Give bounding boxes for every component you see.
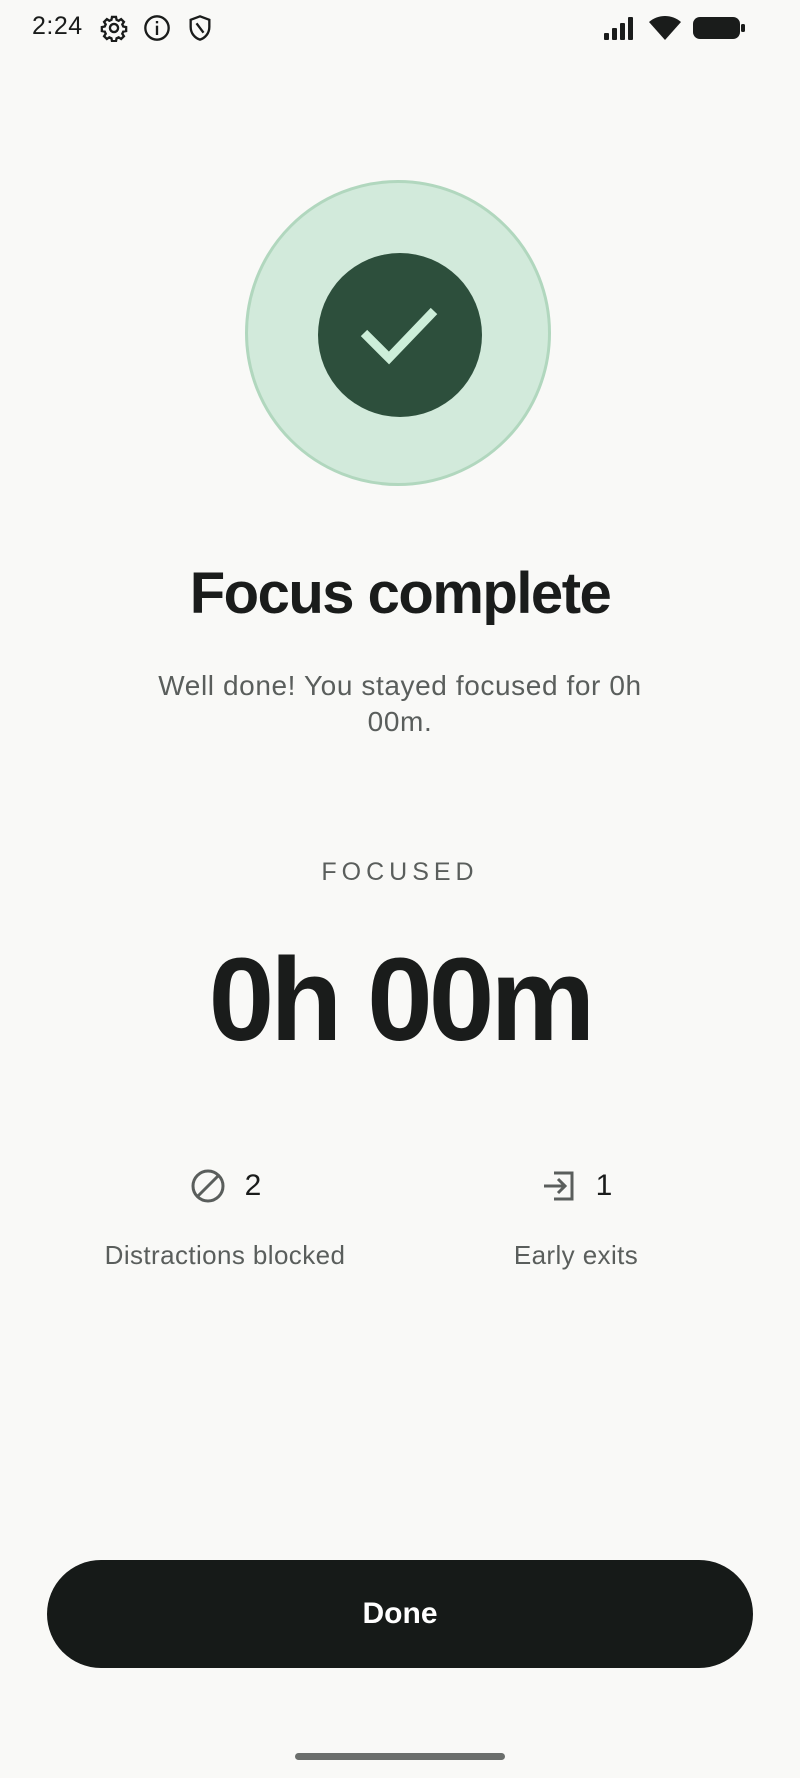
block-icon (189, 1167, 227, 1205)
page-title: Focus complete (189, 561, 612, 626)
stat-label: Distractions blocked (104, 1240, 346, 1270)
exit-icon (540, 1167, 578, 1205)
stat-value: 1 (595, 1169, 613, 1202)
focused-label: FOCUSED (321, 858, 479, 886)
status-bar: 2:24 (0, 0, 800, 56)
stat-distractions-blocked: 2 Distractions blocked (55, 1164, 395, 1274)
focused-duration: 0h 00m (208, 934, 596, 1066)
info-icon (143, 14, 171, 42)
battery-icon (692, 14, 746, 42)
home-indicator[interactable] (295, 1753, 505, 1760)
stat-label: Early exits (513, 1240, 639, 1270)
check-icon (360, 307, 438, 365)
wifi-icon (648, 14, 682, 42)
status-time: 2:24 (32, 12, 83, 40)
success-badge-core (318, 253, 482, 417)
done-button[interactable]: Done (47, 1560, 753, 1668)
stat-value: 2 (244, 1169, 262, 1202)
signal-icon (602, 14, 638, 42)
subtitle: Well done! You stayed focused for 0h 00m… (158, 670, 642, 737)
gear-icon (100, 14, 128, 42)
stat-early-exits: 1 Early exits (406, 1164, 746, 1274)
shield-icon (186, 14, 214, 42)
